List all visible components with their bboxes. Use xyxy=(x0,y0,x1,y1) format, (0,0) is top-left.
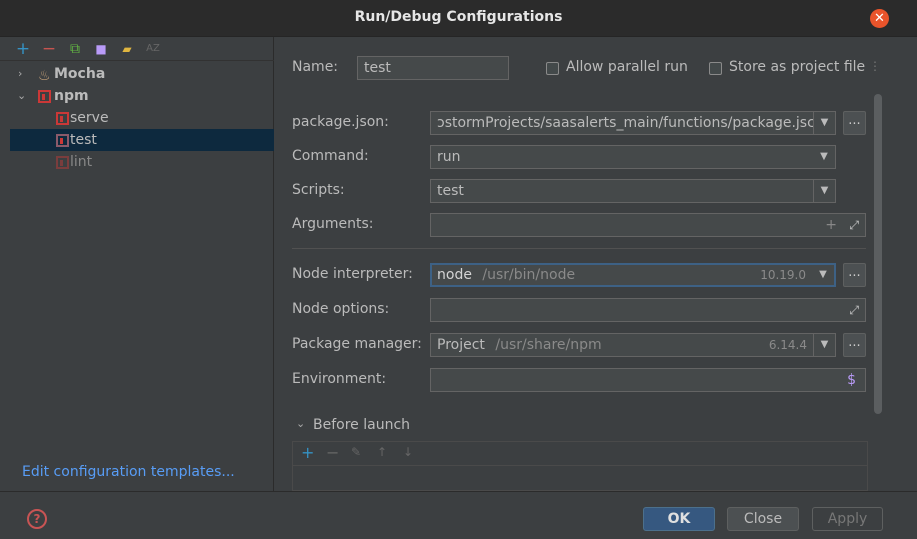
save-icon[interactable]: ■ xyxy=(92,40,110,58)
dialog-footer: ? OK Close Apply xyxy=(0,491,917,539)
close-window-button[interactable]: ✕ xyxy=(870,9,889,28)
tree-group-label: Mocha xyxy=(54,66,106,82)
add-icon[interactable]: + xyxy=(825,214,837,236)
tree-group-npm[interactable]: ⌄ npm xyxy=(10,85,274,107)
edit-templates-link[interactable]: Edit configuration templates... xyxy=(22,464,235,480)
package-manager-label: Package manager: xyxy=(292,336,422,352)
close-button[interactable]: Close xyxy=(727,507,799,531)
scripts-value: test xyxy=(437,183,464,199)
tree-item-serve[interactable]: serve xyxy=(10,107,274,129)
window-title: Run/Debug Configurations xyxy=(354,9,563,25)
node-options-input[interactable]: ⤢ xyxy=(430,298,866,322)
scripts-label: Scripts: xyxy=(292,182,345,198)
dollar-icon[interactable]: $ xyxy=(847,369,856,391)
before-launch-toolbar: + − ✎ ↑ ↓ xyxy=(293,442,867,466)
node-interpreter-version: 10.19.0 xyxy=(760,268,806,282)
configurations-panel: + − ⧉ ■ ▰ AZ › ♨ Mocha ⌄ npm serve test … xyxy=(0,37,274,491)
folder-icon[interactable]: ▰ xyxy=(118,40,136,58)
npm-icon xyxy=(38,90,51,103)
chevron-down-icon[interactable]: ▼ xyxy=(813,112,835,134)
node-interpreter-select[interactable]: node /usr/bin/node 10.19.0 ▼ xyxy=(430,263,836,287)
chevron-down-icon[interactable]: ⌄ xyxy=(17,85,26,107)
allow-parallel-checkbox[interactable] xyxy=(546,62,559,75)
environment-input[interactable]: $ xyxy=(430,368,866,392)
add-icon[interactable]: + xyxy=(14,40,32,58)
add-icon[interactable]: + xyxy=(301,443,314,462)
node-interpreter-path: /usr/bin/node xyxy=(482,267,576,283)
environment-label: Environment: xyxy=(292,371,387,387)
package-manager-value: Project xyxy=(437,337,485,353)
tree-toolbar: + − ⧉ ■ ▰ AZ xyxy=(0,37,274,61)
store-project-checkbox[interactable] xyxy=(709,62,722,75)
scrollbar[interactable] xyxy=(874,94,882,414)
remove-icon[interactable]: − xyxy=(40,40,58,58)
npm-icon xyxy=(56,134,69,147)
chevron-down-icon[interactable]: ▼ xyxy=(813,334,835,356)
package-manager-version: 6.14.4 xyxy=(768,338,807,352)
apply-button[interactable]: Apply xyxy=(812,507,883,531)
package-json-value: ɔstormProjects/saasalerts_main/functions… xyxy=(437,115,815,131)
ok-button[interactable]: OK xyxy=(643,507,715,531)
tree-group-mocha[interactable]: › ♨ Mocha xyxy=(10,63,274,85)
command-select[interactable]: run ▼ xyxy=(430,145,836,169)
command-value: run xyxy=(437,149,461,165)
edit-icon[interactable]: ✎ xyxy=(351,445,361,459)
allow-parallel-label[interactable]: Allow parallel run xyxy=(566,59,688,75)
arguments-label: Arguments: xyxy=(292,216,374,232)
tree-item-label: serve xyxy=(70,110,109,126)
tree-item-label: lint xyxy=(70,154,93,170)
expand-icon[interactable]: ⤢ xyxy=(849,299,859,321)
title-bar: Run/Debug Configurations ✕ xyxy=(0,0,917,37)
package-json-label: package.json: xyxy=(292,114,389,130)
more-icon[interactable]: ⋮ xyxy=(869,59,881,73)
divider xyxy=(292,248,866,249)
node-options-label: Node options: xyxy=(292,301,390,317)
before-launch-label[interactable]: Before launch xyxy=(313,417,410,433)
before-launch-list: + − ✎ ↑ ↓ xyxy=(292,441,868,491)
browse-package-json-button[interactable]: ... xyxy=(843,111,866,135)
npm-icon xyxy=(56,156,69,169)
sort-icon[interactable]: AZ xyxy=(144,40,162,58)
chevron-down-icon[interactable]: ⌄ xyxy=(296,417,305,430)
chevron-down-icon[interactable]: ▼ xyxy=(812,265,834,285)
arrow-up-icon[interactable]: ↑ xyxy=(377,445,387,459)
mocha-icon: ♨ xyxy=(38,68,51,84)
remove-icon[interactable]: − xyxy=(326,443,339,462)
scripts-select[interactable]: test ▼ xyxy=(430,179,836,203)
package-json-field[interactable]: ɔstormProjects/saasalerts_main/functions… xyxy=(430,111,836,135)
expand-icon[interactable]: ⤢ xyxy=(849,214,859,236)
name-label: Name: xyxy=(292,59,339,75)
name-input[interactable]: test xyxy=(357,56,509,80)
store-project-label[interactable]: Store as project file xyxy=(729,59,865,75)
browse-package-manager-button[interactable]: ... xyxy=(843,333,866,357)
arrow-down-icon[interactable]: ↓ xyxy=(403,445,413,459)
command-label: Command: xyxy=(292,148,369,164)
chevron-down-icon[interactable]: ▼ xyxy=(813,180,835,202)
tree-group-label: npm xyxy=(54,88,89,104)
browse-interpreter-button[interactable]: ... xyxy=(843,263,866,287)
arguments-input[interactable]: + ⤢ xyxy=(430,213,866,237)
package-manager-select[interactable]: Project /usr/share/npm 6.14.4 ▼ xyxy=(430,333,836,357)
node-interpreter-value: node xyxy=(437,267,472,283)
tree-item-test[interactable]: test xyxy=(10,129,274,151)
tree-item-lint[interactable]: lint xyxy=(10,151,274,173)
chevron-down-icon[interactable]: ▼ xyxy=(813,146,835,168)
tree-item-label: test xyxy=(70,132,97,148)
copy-icon[interactable]: ⧉ xyxy=(66,40,84,58)
npm-icon xyxy=(56,112,69,125)
package-manager-path: /usr/share/npm xyxy=(495,337,602,353)
help-icon[interactable]: ? xyxy=(27,509,47,529)
node-interpreter-label: Node interpreter: xyxy=(292,266,413,282)
chevron-right-icon[interactable]: › xyxy=(18,63,22,85)
